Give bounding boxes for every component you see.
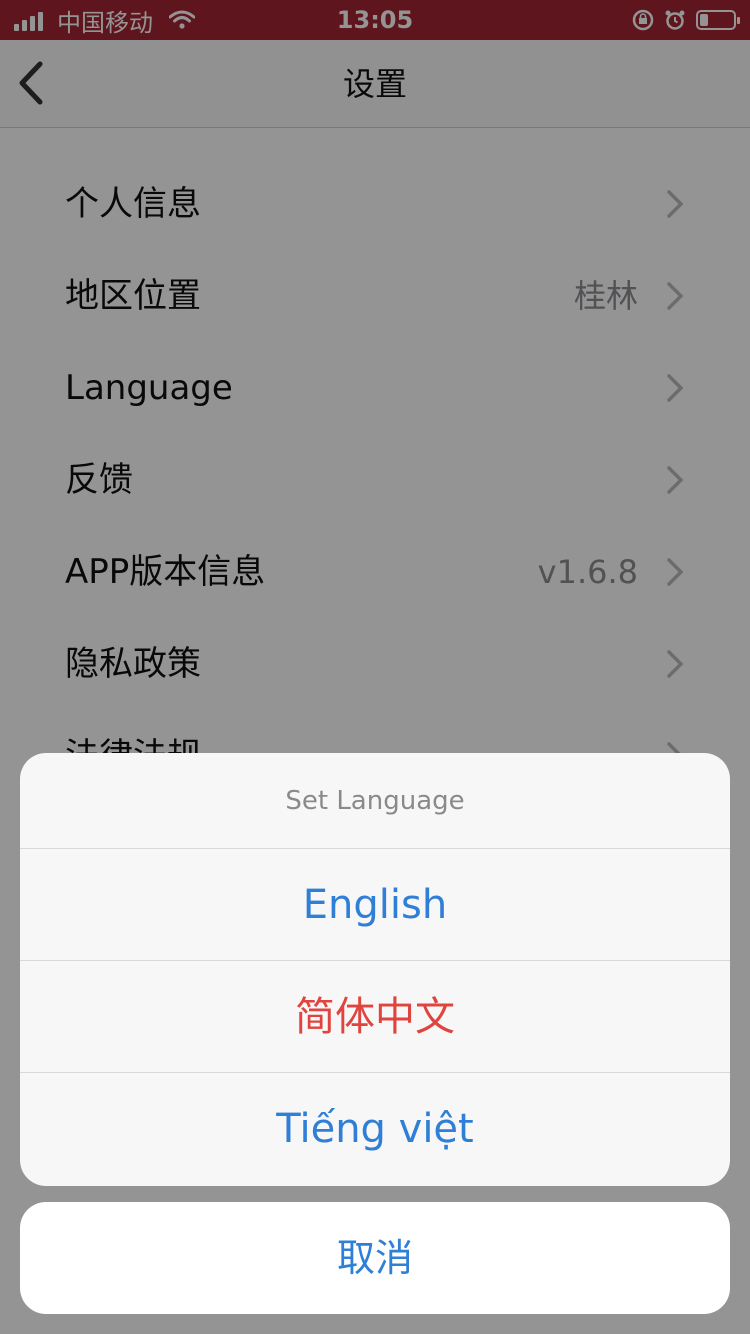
cancel-button[interactable]: 取消 (20, 1202, 730, 1314)
language-action-sheet: Set Language English 简体中文 Tiếng việt (20, 753, 730, 1186)
language-option-simplified-chinese[interactable]: 简体中文 (20, 961, 730, 1073)
action-sheet-title: Set Language (20, 753, 730, 849)
language-option-english[interactable]: English (20, 849, 730, 961)
language-option-vietnamese[interactable]: Tiếng việt (20, 1073, 730, 1186)
